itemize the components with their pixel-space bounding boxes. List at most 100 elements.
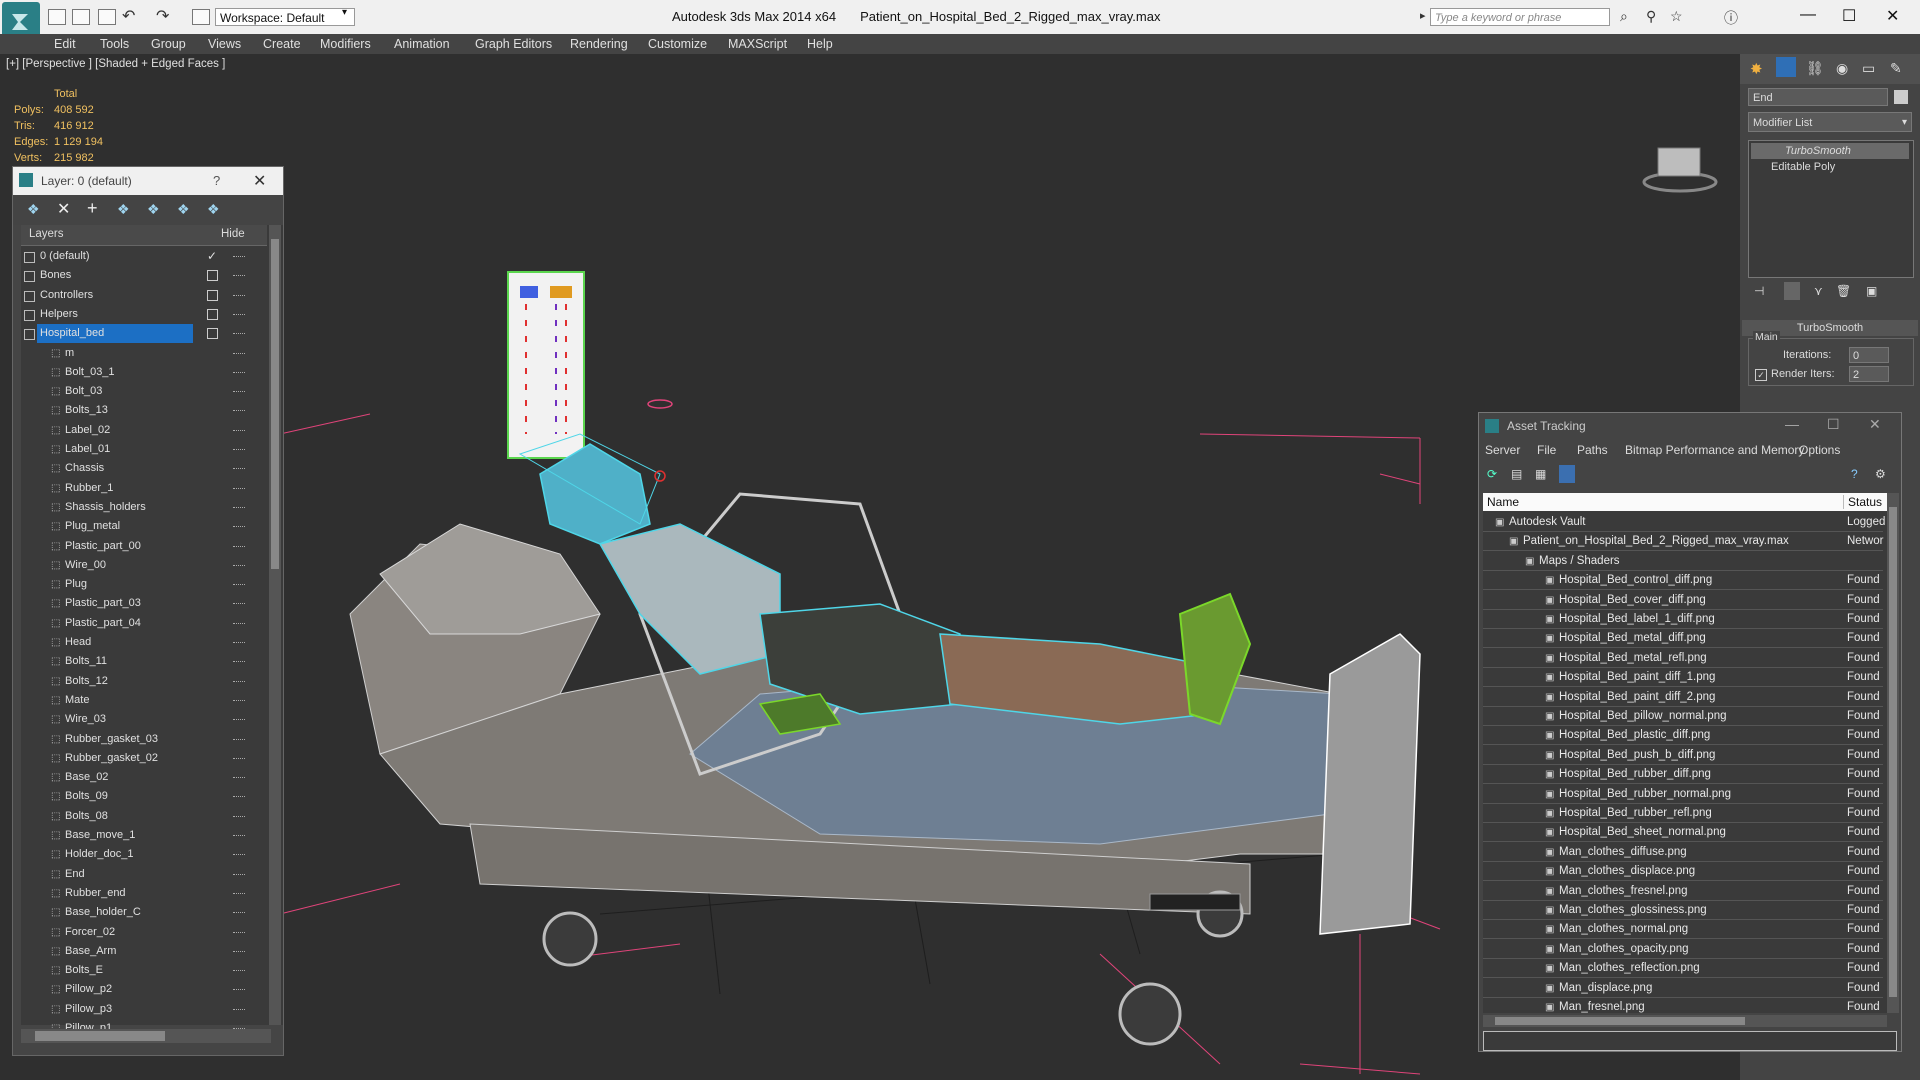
- layer-object-row[interactable]: ⬚ Plug_metal: [21, 517, 267, 536]
- layer-object-row[interactable]: ⬚ Shassis_holders: [21, 498, 267, 517]
- freeze-indicator[interactable]: [233, 738, 245, 741]
- menu-animation[interactable]: Animation: [394, 37, 450, 51]
- column-name[interactable]: Name: [1487, 495, 1519, 509]
- menu-options[interactable]: Options: [1799, 443, 1840, 457]
- freeze-indicator[interactable]: [233, 429, 245, 432]
- freeze-indicator[interactable]: [233, 950, 245, 953]
- freeze-indicator[interactable]: [233, 468, 245, 470]
- asset-row[interactable]: ▣ Autodesk Vault Logged: [1483, 513, 1885, 532]
- layer-object-row[interactable]: ⬚ Label_01: [21, 440, 267, 459]
- column-layers[interactable]: Layers: [29, 228, 64, 240]
- stack-item-editable-poly[interactable]: Editable Poly: [1751, 159, 1909, 175]
- freeze-all-icon[interactable]: ❖: [207, 201, 220, 218]
- hide-checkbox[interactable]: [207, 270, 218, 282]
- make-unique-icon[interactable]: ⋎: [1814, 284, 1823, 298]
- viewcube-icon[interactable]: [1642, 147, 1718, 193]
- freeze-indicator[interactable]: [233, 333, 245, 335]
- freeze-indicator[interactable]: [233, 873, 245, 876]
- freeze-indicator[interactable]: [233, 275, 245, 277]
- freeze-indicator[interactable]: [233, 1008, 245, 1011]
- freeze-indicator[interactable]: [233, 796, 245, 798]
- asset-row[interactable]: ▣ Man_fresnel.png Found: [1483, 998, 1883, 1013]
- freeze-indicator[interactable]: [233, 371, 245, 374]
- freeze-indicator[interactable]: [233, 622, 245, 625]
- stack-item-turbosmooth[interactable]: TurboSmooth: [1751, 143, 1909, 159]
- new-file-icon[interactable]: [48, 9, 66, 25]
- scrollbar-thumb[interactable]: [35, 1031, 165, 1041]
- hide-checkbox[interactable]: [207, 328, 218, 340]
- freeze-indicator[interactable]: [233, 256, 245, 258]
- current-layer-check-icon[interactable]: ✓: [207, 247, 217, 266]
- asset-row[interactable]: ▣ Hospital_Bed_rubber_normal.png Found: [1483, 785, 1883, 804]
- layer-object-row[interactable]: ⬚ Pillow_p2: [21, 980, 267, 999]
- layer-object-row[interactable]: ⬚ Bolts_11: [21, 652, 267, 671]
- show-end-result-icon[interactable]: [1784, 282, 1800, 300]
- menu-customize[interactable]: Customize: [648, 37, 707, 51]
- asset-row[interactable]: ▣ Hospital_Bed_paint_diff_1.png Found: [1483, 668, 1883, 688]
- redo-icon[interactable]: ↷: [156, 6, 169, 26]
- asset-row[interactable]: ▣ Hospital_Bed_plastic_diff.png Found: [1483, 726, 1883, 746]
- menu-maxscript[interactable]: MAXScript: [728, 37, 787, 51]
- layer-row[interactable]: Controllers: [21, 286, 267, 305]
- maximize-button[interactable]: ☐: [1827, 416, 1840, 433]
- layer-object-row[interactable]: ⬚ Rubber_1: [21, 479, 267, 498]
- layer-row[interactable]: Hospital_bed: [21, 324, 267, 344]
- layer-object-row[interactable]: ⬚ Bolts_E: [21, 961, 267, 980]
- help-icon[interactable]: ⓘ: [1724, 8, 1738, 28]
- freeze-indicator[interactable]: [233, 603, 245, 605]
- freeze-indicator[interactable]: [233, 680, 245, 683]
- layer-object-row[interactable]: ⬚ Chassis: [21, 459, 267, 478]
- menu-modifiers[interactable]: Modifiers: [320, 37, 371, 51]
- layer-object-row[interactable]: ⬚ Bolts_12: [21, 672, 267, 691]
- asset-row[interactable]: ▣ Man_clothes_displace.png Found: [1483, 862, 1883, 882]
- layer-object-row[interactable]: ⬚ Wire_00: [21, 556, 267, 575]
- undo-icon[interactable]: ↶: [122, 6, 135, 26]
- layer-object-row[interactable]: ⬚ Mate: [21, 691, 267, 710]
- scrollbar-thumb[interactable]: [1889, 507, 1897, 997]
- layer-object-row[interactable]: ⬚ Rubber_end: [21, 884, 267, 903]
- freeze-indicator[interactable]: [233, 912, 245, 914]
- object-name-field[interactable]: End: [1748, 88, 1888, 106]
- layer-object-row[interactable]: ⬚ Bolts_08: [21, 807, 267, 826]
- layer-row[interactable]: Helpers: [21, 305, 267, 324]
- freeze-indicator[interactable]: [233, 815, 245, 818]
- freeze-indicator[interactable]: [233, 777, 245, 779]
- asset-row[interactable]: ▣ Hospital_Bed_rubber_refl.png Found: [1483, 804, 1883, 823]
- layer-object-row[interactable]: ⬚ Bolt_03: [21, 382, 267, 401]
- layer-object-row[interactable]: ⬚ Wire_03: [21, 710, 267, 729]
- favorites-star-icon[interactable]: ☆: [1670, 8, 1683, 25]
- thumbnail-view-icon[interactable]: ▦: [1535, 467, 1546, 481]
- modifier-list-dropdown[interactable]: Modifier List ▾: [1748, 112, 1912, 132]
- close-button[interactable]: ✕: [1886, 6, 1899, 26]
- asset-tracking-titlebar[interactable]: Asset Tracking — ☐ ✕: [1479, 413, 1901, 439]
- asset-row[interactable]: ▣ Man_clothes_diffuse.png Found: [1483, 843, 1883, 862]
- menu-group[interactable]: Group: [151, 37, 186, 51]
- motion-tab-icon[interactable]: ◉: [1836, 60, 1848, 77]
- horizontal-scrollbar[interactable]: [21, 1029, 271, 1043]
- menu-rendering[interactable]: Rendering: [570, 37, 628, 51]
- layer-row[interactable]: Bones: [21, 266, 267, 285]
- chevron-down-icon[interactable]: ▾: [342, 7, 347, 18]
- asset-row[interactable]: ▣ Maps / Shaders: [1483, 552, 1883, 571]
- asset-row[interactable]: ▣ Hospital_Bed_rubber_diff.png Found: [1483, 765, 1883, 785]
- freeze-indicator[interactable]: [233, 892, 245, 895]
- object-color-swatch[interactable]: [1894, 90, 1908, 104]
- minimize-button[interactable]: —: [1785, 416, 1799, 432]
- configure-modifier-sets-icon[interactable]: ▣: [1866, 284, 1877, 298]
- asset-row[interactable]: ▣ Hospital_Bed_push_b_diff.png Found: [1483, 746, 1883, 765]
- save-file-icon[interactable]: [98, 9, 116, 25]
- layer-object-row[interactable]: ⬚ Base_02: [21, 768, 267, 787]
- freeze-indicator[interactable]: [233, 835, 245, 837]
- freeze-indicator[interactable]: [233, 719, 245, 721]
- scrollbar-thumb[interactable]: [271, 239, 279, 569]
- asset-row[interactable]: ▣ Hospital_Bed_paint_diff_2.png Found: [1483, 688, 1883, 707]
- add-to-layer-icon[interactable]: +: [87, 198, 98, 219]
- layer-object-row[interactable]: ⬚ Bolts_09: [21, 787, 267, 806]
- help-button[interactable]: ?: [213, 173, 220, 188]
- layer-object-row[interactable]: ⬚ Head: [21, 633, 267, 652]
- table-view-icon[interactable]: [1559, 465, 1575, 483]
- layer-object-row[interactable]: ⬚ Plastic_part_04: [21, 614, 267, 633]
- freeze-indicator[interactable]: [233, 699, 245, 702]
- hierarchy-tab-icon[interactable]: ⛓: [1806, 60, 1824, 77]
- open-file-icon[interactable]: [72, 9, 90, 25]
